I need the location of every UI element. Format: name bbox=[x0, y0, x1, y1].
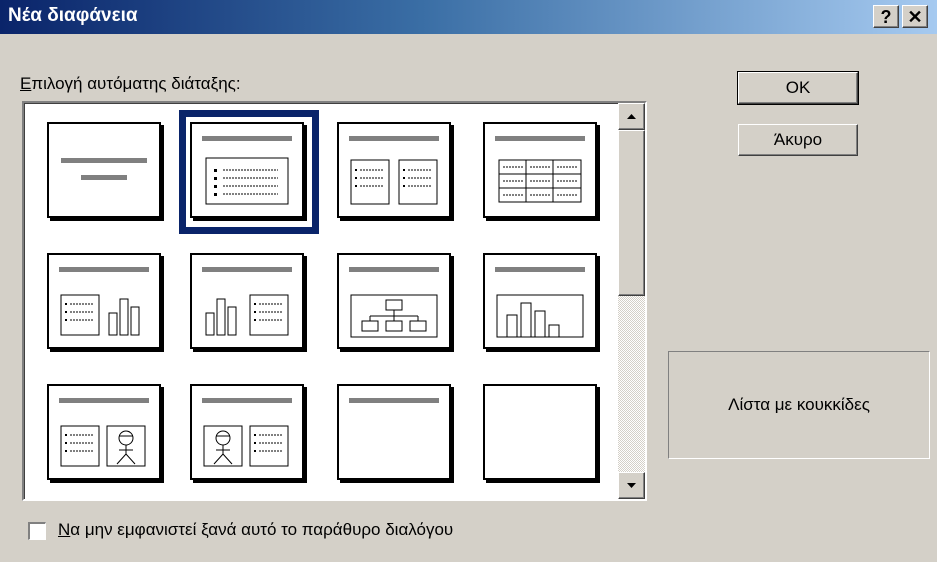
layout-thumb-text-and-chart[interactable] bbox=[47, 253, 161, 349]
table-layout-icon bbox=[495, 136, 585, 203]
dont-show-again-label[interactable]: Να μην εμφανιστεί ξανά αυτό το παράθυρο … bbox=[58, 520, 453, 540]
title-only-layout-icon bbox=[349, 398, 439, 403]
arrow-up-icon bbox=[627, 114, 636, 119]
chart-and-text-layout-icon bbox=[202, 267, 292, 336]
layout-thumb-title-only[interactable] bbox=[337, 384, 451, 480]
scroll-up-button[interactable] bbox=[618, 103, 645, 130]
organization-chart-layout-icon bbox=[349, 267, 439, 338]
layout-label-text: πιλογή αυτόματης διάταξης: bbox=[31, 74, 241, 93]
scroll-thumb[interactable] bbox=[618, 130, 645, 296]
title-layout-icon bbox=[61, 158, 147, 180]
close-icon: ✕ bbox=[907, 7, 923, 27]
layout-thumb-title[interactable] bbox=[47, 122, 161, 218]
layout-description: Λίστα με κουκκίδες bbox=[668, 351, 930, 459]
layout-thumb-chart[interactable] bbox=[483, 253, 597, 349]
bulleted-list-layout-icon bbox=[202, 136, 292, 205]
text-and-chart-layout-icon bbox=[59, 267, 149, 336]
title-bar[interactable]: Νέα διαφάνεια ? ✕ bbox=[0, 0, 937, 34]
close-button[interactable]: ✕ bbox=[902, 5, 928, 28]
layout-thumb-two-column-text[interactable] bbox=[337, 122, 451, 218]
scroll-down-button[interactable] bbox=[618, 472, 645, 499]
help-icon: ? bbox=[880, 7, 892, 27]
checkbox-label-text: α μην εμφανιστεί ξανά αυτό το παράθυρο δ… bbox=[70, 520, 454, 539]
layout-label: Επιλογή αυτόματης διάταξης: bbox=[20, 74, 241, 94]
blank-layout-icon bbox=[485, 386, 595, 478]
layout-thumb-blank[interactable] bbox=[483, 384, 597, 480]
layout-thumb-chart-and-text[interactable] bbox=[190, 253, 304, 349]
layout-thumb-text-and-clip-art[interactable] bbox=[47, 384, 161, 480]
layout-label-accelerator: Ε bbox=[20, 74, 32, 93]
clip-art-and-text-layout-icon bbox=[202, 398, 292, 467]
vertical-scrollbar[interactable] bbox=[618, 103, 645, 499]
ok-button[interactable]: OK bbox=[737, 71, 859, 105]
layout-thumb-bulleted-list[interactable] bbox=[190, 122, 304, 218]
layout-thumb-table[interactable] bbox=[483, 122, 597, 218]
checkbox-label-accelerator: Ν bbox=[58, 520, 71, 539]
text-and-clip-art-layout-icon bbox=[59, 398, 149, 467]
help-button[interactable]: ? bbox=[873, 5, 899, 28]
cancel-button[interactable]: Άκυρο bbox=[738, 124, 858, 156]
layout-thumb-clip-art-and-text[interactable] bbox=[190, 384, 304, 480]
layout-grid bbox=[24, 103, 618, 499]
layout-thumb-organization-chart[interactable] bbox=[337, 253, 451, 349]
layout-list[interactable] bbox=[22, 101, 647, 501]
dont-show-again-checkbox[interactable] bbox=[28, 522, 46, 540]
window-title: Νέα διαφάνεια bbox=[8, 5, 138, 26]
chart-layout-icon bbox=[495, 267, 585, 338]
arrow-down-icon bbox=[627, 483, 636, 488]
two-column-text-layout-icon bbox=[349, 136, 439, 205]
